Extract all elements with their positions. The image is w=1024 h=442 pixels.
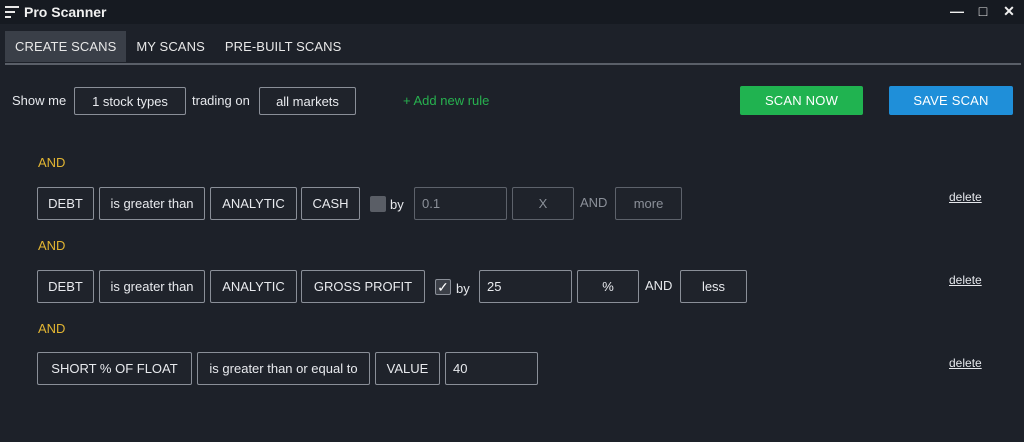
stock-types-selector[interactable]: 1 stock types (74, 87, 186, 115)
value-input[interactable]: 40 (445, 352, 538, 385)
rule-connector: AND (38, 155, 66, 170)
markets-selector[interactable]: all markets (259, 87, 356, 115)
rule-compare-type-selector[interactable]: ANALYTIC (210, 187, 297, 220)
title-bar: Pro Scanner — □ ✕ (0, 0, 1024, 24)
by-checkbox-checked[interactable]: ✓ (435, 279, 451, 295)
trading-on-label: trading on (192, 93, 250, 108)
scan-now-button[interactable]: SCAN NOW (740, 86, 863, 115)
checkmark-icon: ✓ (437, 279, 449, 295)
rule-operator-selector[interactable]: is greater than (99, 270, 205, 303)
rule-compare-field-selector[interactable]: GROSS PROFIT (301, 270, 425, 303)
window-title: Pro Scanner (24, 4, 107, 20)
tab-pre-built-scans[interactable]: PRE-BUILT SCANS (215, 31, 352, 62)
close-icon[interactable]: ✕ (1000, 2, 1018, 20)
rule-compare-type-selector[interactable]: VALUE (375, 352, 440, 385)
and-label: AND (580, 195, 608, 210)
show-me-label: Show me (12, 93, 67, 108)
maximize-icon[interactable]: □ (974, 2, 992, 20)
direction-selector[interactable]: less (680, 270, 747, 303)
by-value-input[interactable]: 0.1 (414, 187, 507, 220)
rule-field-selector[interactable]: SHORT % OF FLOAT (37, 352, 192, 385)
rule-field-selector[interactable]: DEBT (37, 270, 94, 303)
add-new-rule-link[interactable]: + Add new rule (403, 93, 489, 108)
tab-divider (5, 63, 1021, 65)
by-label: by (390, 197, 404, 212)
rule-connector: AND (38, 238, 66, 253)
rule-compare-type-selector[interactable]: ANALYTIC (210, 270, 297, 303)
and-label: AND (645, 278, 673, 293)
delete-rule-link[interactable]: delete (949, 273, 982, 287)
tab-create-scans[interactable]: CREATE SCANS (5, 31, 127, 62)
delete-rule-link[interactable]: delete (949, 356, 982, 370)
by-checkbox[interactable] (370, 196, 386, 212)
tab-bar: CREATE SCANS MY SCANS PRE-BUILT SCANS (5, 31, 351, 62)
minimize-icon[interactable]: — (948, 2, 966, 20)
direction-selector[interactable]: more (615, 187, 682, 220)
rule-field-selector[interactable]: DEBT (37, 187, 94, 220)
unit-selector[interactable]: % (577, 270, 639, 303)
tab-my-scans[interactable]: MY SCANS (126, 31, 214, 62)
rule-compare-field-selector[interactable]: CASH (301, 187, 360, 220)
rule-operator-selector[interactable]: is greater than (99, 187, 205, 220)
rule-connector: AND (38, 321, 66, 336)
rule-operator-selector[interactable]: is greater than or equal to (197, 352, 370, 385)
delete-rule-link[interactable]: delete (949, 190, 982, 204)
by-label: by (456, 281, 470, 296)
unit-selector[interactable]: X (512, 187, 574, 220)
by-value-input[interactable]: 25 (479, 270, 572, 303)
save-scan-button[interactable]: SAVE SCAN (889, 86, 1013, 115)
filter-menu-icon[interactable] (5, 6, 19, 18)
